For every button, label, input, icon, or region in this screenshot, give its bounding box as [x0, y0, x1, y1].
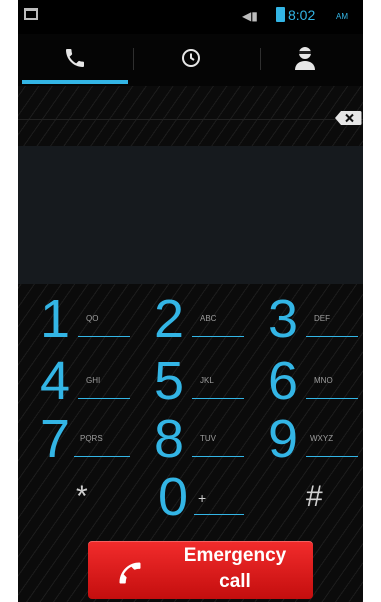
key-digit: * — [76, 480, 88, 513]
delete-button[interactable] — [334, 110, 362, 126]
key-letters: WXYZ — [310, 434, 334, 443]
key-underline — [78, 336, 130, 337]
key-digit: 2 — [154, 289, 185, 349]
tabs-divider-line — [18, 119, 363, 120]
emergency-line1: Emergency — [183, 545, 287, 566]
key-letters: MNO — [314, 376, 333, 385]
key-digit: 9 — [268, 409, 299, 469]
key-digit: 0 — [158, 467, 189, 527]
key-digit: 5 — [154, 351, 185, 411]
clock-icon — [182, 49, 200, 67]
emergency-call-button[interactable]: Emergency call — [88, 541, 313, 599]
key-underline — [74, 456, 130, 457]
key-digit: 1 — [40, 289, 71, 349]
key-letters: + — [198, 490, 207, 506]
status-bar: ◀▮ 8:02 AM — [18, 0, 363, 34]
key-digit: # — [306, 480, 323, 513]
tab-recent[interactable] — [133, 34, 248, 86]
key-digit: 6 — [268, 351, 299, 411]
key-underline — [78, 398, 130, 399]
key-letters: PQRS — [80, 434, 103, 443]
phone-icon — [119, 562, 141, 584]
backspace-icon — [335, 111, 362, 125]
key-underline — [192, 336, 244, 337]
key-underline — [194, 514, 244, 515]
key-underline — [306, 398, 358, 399]
notification-icon — [24, 8, 38, 20]
key-digit: 8 — [154, 409, 185, 469]
tab-bar — [18, 34, 363, 120]
key-digit: 3 — [268, 289, 299, 349]
key-letters: DEF — [314, 314, 330, 323]
emergency-call-label: Emergency call — [160, 543, 310, 595]
phone-icon — [66, 49, 84, 67]
number-display[interactable] — [18, 146, 363, 284]
key-underline — [306, 456, 358, 457]
key-letters: QO — [86, 314, 99, 323]
key-digit: 4 — [40, 351, 71, 411]
tab-selected-indicator — [22, 80, 128, 84]
key-underline — [192, 456, 244, 457]
key-letters: TUV — [200, 434, 216, 443]
key-digit: 7 — [40, 409, 71, 469]
emergency-line2: call — [219, 571, 251, 592]
tab-contacts[interactable] — [248, 34, 363, 86]
key-letters: JKL — [200, 376, 214, 385]
status-time: 8:02 — [288, 7, 316, 23]
key-letters: ABC — [200, 314, 217, 323]
contacts-icon — [295, 47, 315, 70]
dialer-screen: ◀▮ 8:02 AM 1 QO 2 ABC 3 DEF 4 GHI 5 JKL … — [18, 0, 363, 602]
status-ampm: AM — [336, 12, 348, 21]
volume-icon: ◀▮ — [242, 9, 258, 23]
battery-icon — [276, 7, 285, 22]
tab-phone[interactable] — [18, 34, 133, 86]
key-underline — [192, 398, 244, 399]
key-letters: GHI — [86, 376, 101, 385]
key-underline — [306, 336, 358, 337]
